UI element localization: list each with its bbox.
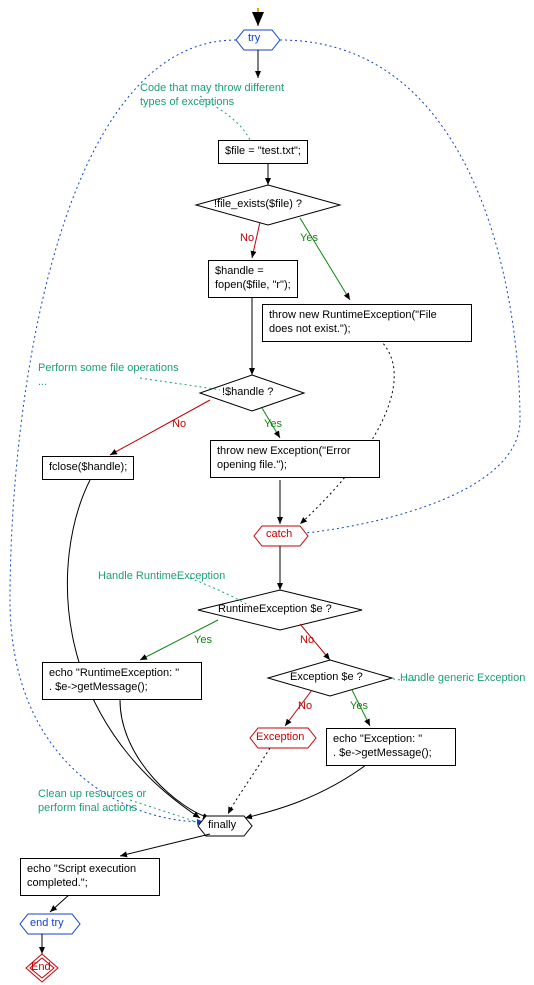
comment-handle-rt: Handle RuntimeException [98, 570, 225, 584]
node-file-assign: $file = "test.txt"; [218, 140, 308, 164]
edge-yes-1: Yes [300, 232, 318, 244]
comment-handle-generic: Handle generic Exception [400, 672, 530, 686]
edge-yes-4: Yes [350, 700, 368, 712]
edge-no-3: No [300, 634, 314, 646]
node-echo-runtime: echo "RuntimeException: " . $e->getMessa… [42, 662, 202, 700]
comment-ops: Perform some file operations ... [38, 362, 208, 390]
catch-node: catch [266, 528, 292, 542]
finally-node: finally [208, 819, 236, 833]
comment-cleanup: Clean up resources or perform final acti… [38, 788, 188, 816]
edge-no-4: No [298, 700, 312, 712]
node-throw-runtime: throw new RuntimeException("File does no… [262, 304, 472, 342]
node-echo-exception: echo "Exception: " . $e->getMessage(); [326, 728, 456, 766]
decision-handle: !$handle ? [222, 386, 273, 400]
comment-code: Code that may throw different types of e… [140, 82, 330, 110]
decision-exception: Exception $e ? [290, 671, 363, 685]
node-echo-done: echo "Script execution completed."; [20, 858, 160, 896]
exception-node: Exception [256, 731, 304, 745]
edge-yes-2: Yes [264, 418, 282, 430]
end-node: End [31, 961, 51, 975]
edge-no-2: No [172, 418, 186, 430]
decision-runtime: RuntimeException $e ? [218, 603, 332, 617]
end-try-node: end try [30, 917, 64, 931]
node-fopen: $handle = fopen($file, "r"); [208, 260, 298, 298]
edge-yes-3: Yes [194, 634, 212, 646]
node-fclose: fclose($handle); [42, 456, 134, 480]
node-throw-exception: throw new Exception("Error opening file.… [210, 440, 380, 478]
try-node: try [248, 32, 260, 46]
edge-no-1: No [240, 232, 254, 244]
decision-file-exists: !file_exists($file) ? [214, 198, 302, 212]
